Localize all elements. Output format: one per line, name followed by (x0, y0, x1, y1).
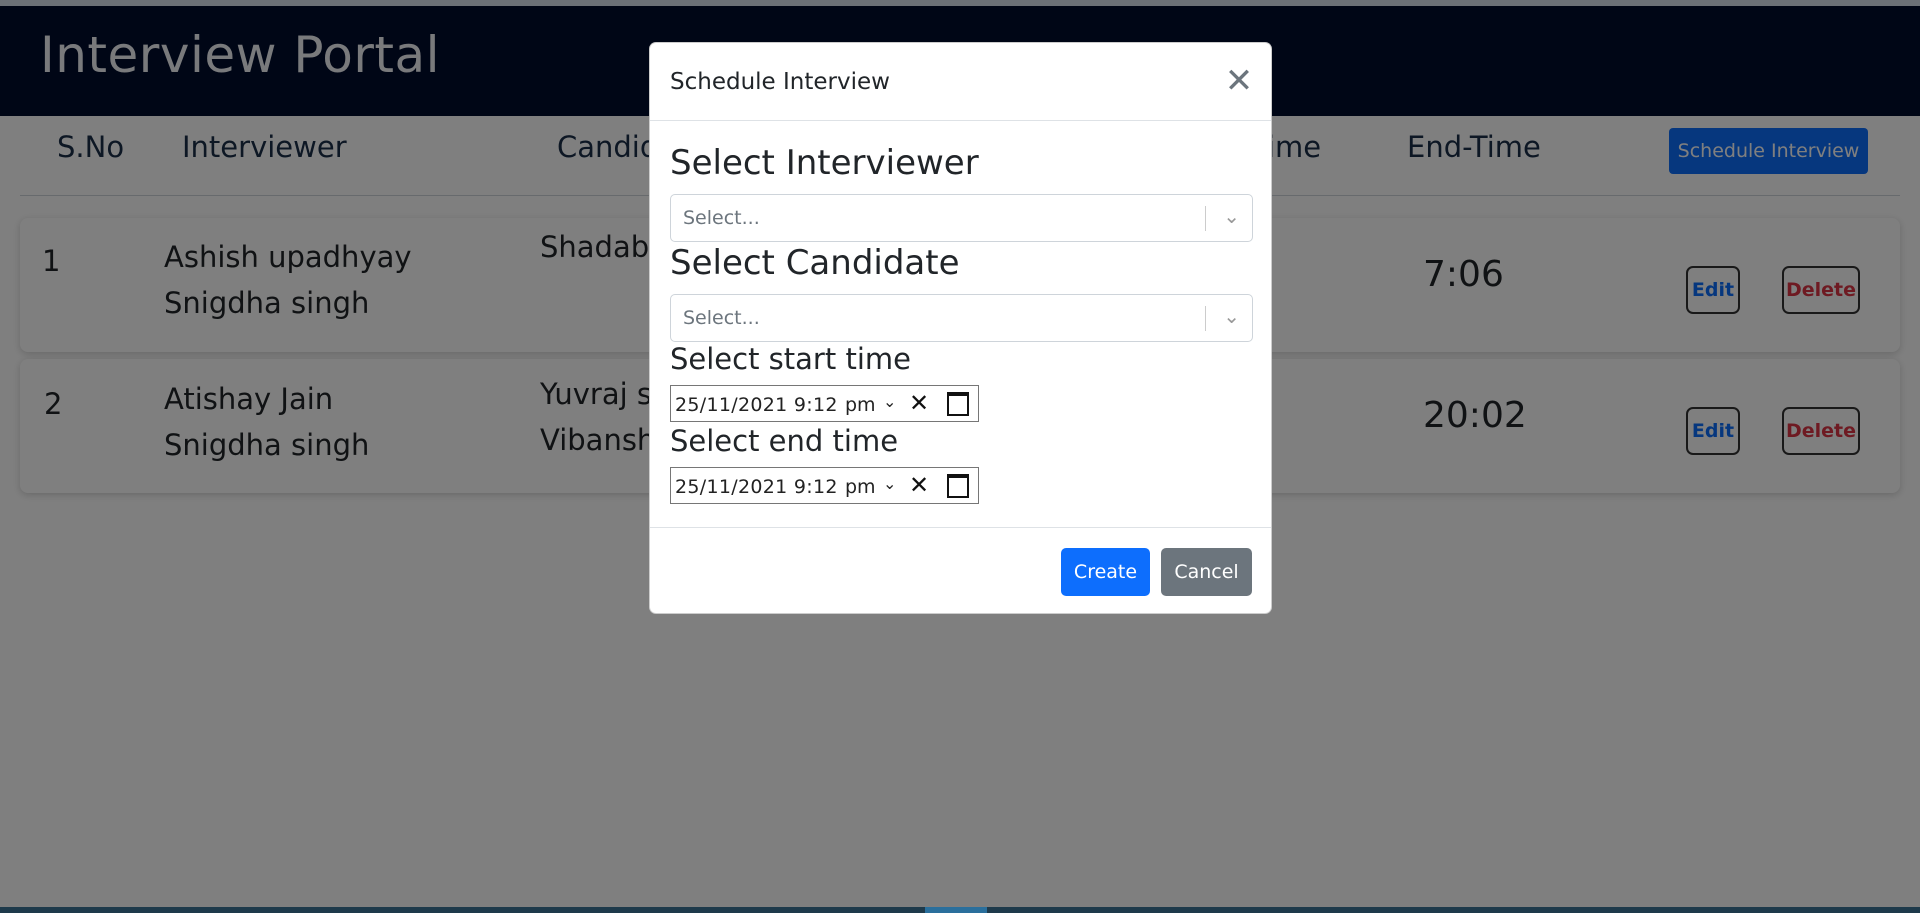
start-time-input[interactable]: 25/11/2021 9:12 pm ⌄ ✕ (670, 385, 979, 422)
end-time-ampm: pm (845, 476, 876, 498)
cancel-button[interactable]: Cancel (1161, 548, 1252, 596)
close-icon[interactable]: ✕ (1223, 64, 1255, 98)
chevron-down-icon[interactable]: ⌄ (1223, 304, 1240, 328)
modal-header: Schedule Interview ✕ (650, 43, 1271, 121)
interviewer-label: Select Interviewer (670, 143, 979, 183)
interviewer-select-placeholder: Select... (683, 207, 760, 229)
modal-title: Schedule Interview (670, 69, 890, 95)
schedule-interview-modal: Schedule Interview ✕ Select Interviewer … (649, 42, 1272, 614)
start-time-ampm: pm (845, 394, 876, 416)
start-time-value: 25/11/2021 9:12 (675, 394, 838, 416)
end-time-label: Select end time (670, 424, 899, 458)
chevron-down-icon[interactable]: ⌄ (1223, 204, 1240, 228)
chevron-down-icon[interactable]: ⌄ (883, 474, 896, 493)
candidate-select-placeholder: Select... (683, 307, 760, 329)
select-separator (1205, 306, 1206, 331)
calendar-icon[interactable] (947, 392, 969, 416)
clear-icon[interactable]: ✕ (909, 389, 929, 417)
create-button[interactable]: Create (1061, 548, 1150, 596)
clear-icon[interactable]: ✕ (909, 471, 929, 499)
taskbar-active-indicator (925, 907, 987, 913)
end-time-value: 25/11/2021 9:12 (675, 476, 838, 498)
candidate-select[interactable]: Select... ⌄ (670, 294, 1253, 342)
modal-footer: Create Cancel (650, 527, 1271, 615)
interviewer-select[interactable]: Select... ⌄ (670, 194, 1253, 242)
calendar-icon[interactable] (947, 474, 969, 498)
bottom-taskbar-strip (0, 907, 1920, 913)
chevron-down-icon[interactable]: ⌄ (883, 392, 896, 411)
select-separator (1205, 206, 1206, 231)
start-time-label: Select start time (670, 342, 911, 376)
end-time-input[interactable]: 25/11/2021 9:12 pm ⌄ ✕ (670, 467, 979, 504)
candidate-label: Select Candidate (670, 243, 960, 283)
